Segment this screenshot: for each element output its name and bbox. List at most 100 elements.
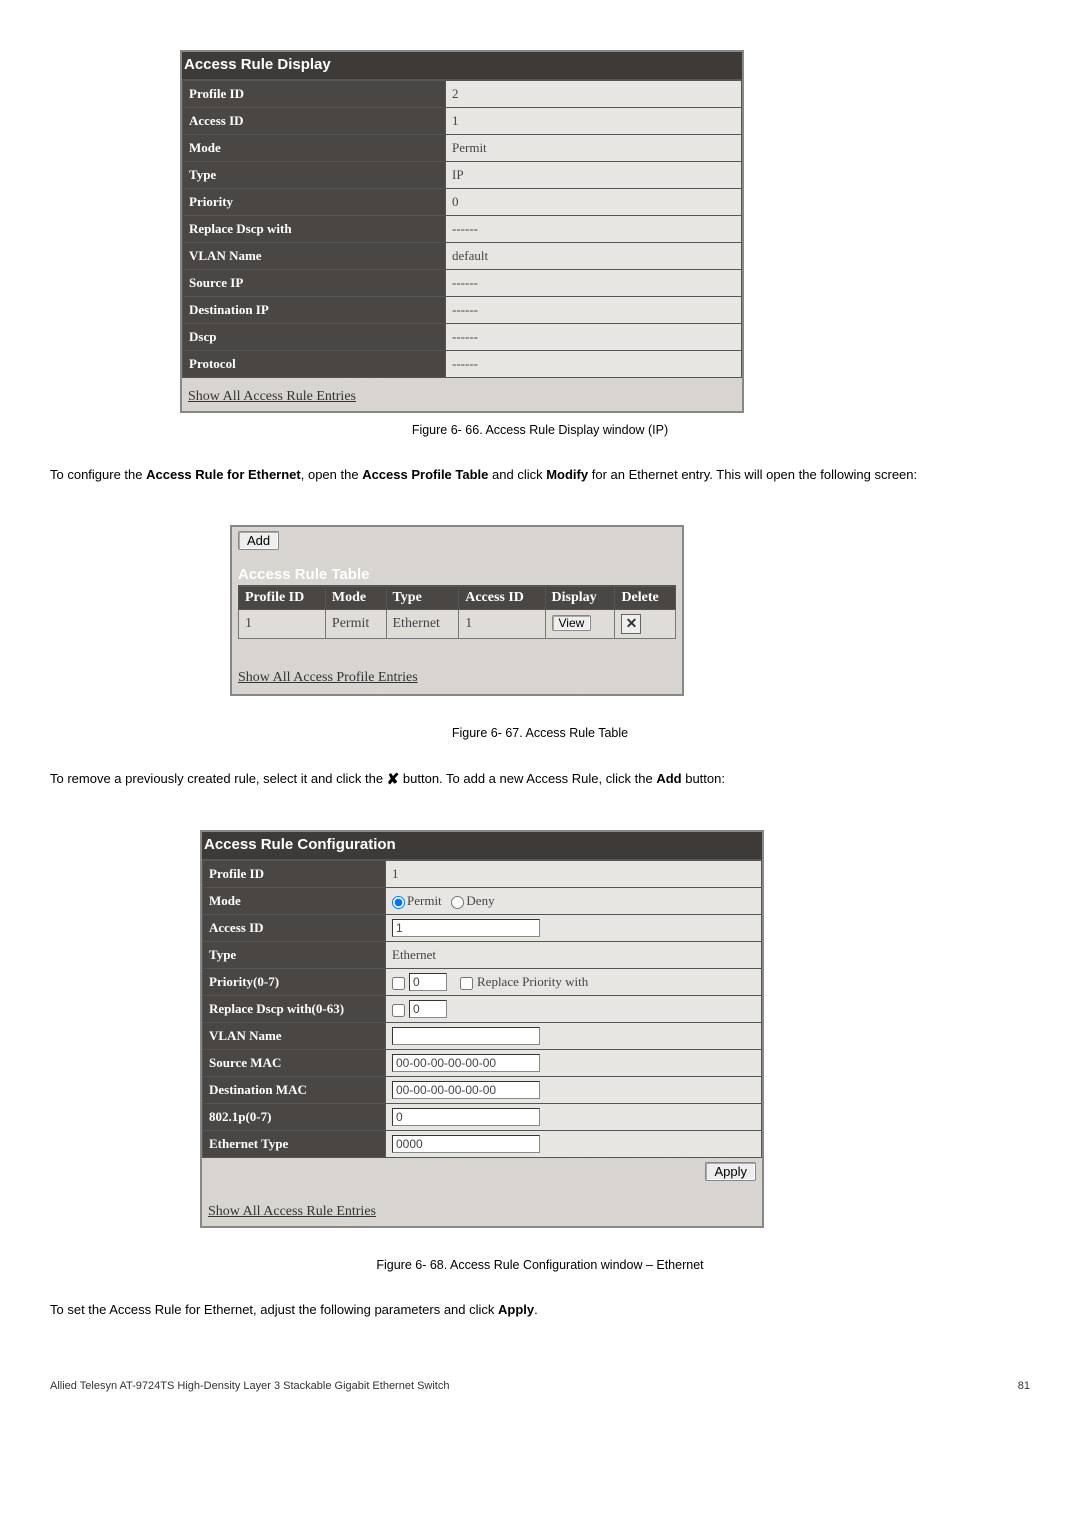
- th-access-id: Access ID: [459, 586, 545, 609]
- cfg-v-8021p: [386, 1104, 762, 1131]
- dscp-enable-checkbox[interactable]: [392, 1004, 405, 1017]
- priority-input[interactable]: [409, 973, 447, 991]
- mode-deny-radio[interactable]: [451, 896, 464, 909]
- para2-pre: To remove a previously created rule, sel…: [50, 771, 387, 786]
- display-k-1: Access ID: [183, 108, 446, 135]
- display-v-4: 0: [446, 189, 742, 216]
- th-profile-id: Profile ID: [239, 586, 326, 609]
- para3-post: .: [534, 1302, 538, 1317]
- access-rule-display-table: Profile ID2 Access ID1 ModePermit TypeIP…: [182, 80, 742, 378]
- cfg-v-type: Ethernet: [386, 942, 762, 969]
- apply-button[interactable]: Apply: [705, 1162, 756, 1181]
- cfg-k-smac: Source MAC: [203, 1050, 386, 1077]
- cfg-v-smac: [386, 1050, 762, 1077]
- cfg-v-priority: Replace Priority with: [386, 969, 762, 996]
- display-k-6: VLAN Name: [183, 243, 446, 270]
- display-k-10: Protocol: [183, 351, 446, 378]
- x-icon: ✘: [387, 769, 400, 792]
- view-button[interactable]: View: [552, 615, 592, 631]
- cfg-v-access-id: [386, 915, 762, 942]
- para1-b3: Modify: [546, 467, 588, 482]
- display-k-8: Destination IP: [183, 297, 446, 324]
- delete-icon[interactable]: ✕: [621, 614, 641, 634]
- cfg-k-vlan: VLAN Name: [203, 1023, 386, 1050]
- para3-b1: Apply: [498, 1302, 534, 1317]
- table-row: 1 Permit Ethernet 1 View ✕: [239, 609, 676, 638]
- cfg-k-mode: Mode: [203, 888, 386, 915]
- display-v-2: Permit: [446, 135, 742, 162]
- cell-mode: Permit: [325, 609, 386, 638]
- paragraph-1: To configure the Access Rule for Etherne…: [50, 465, 1030, 485]
- replace-priority-checkbox[interactable]: [460, 977, 473, 990]
- cfg-k-dmac: Destination MAC: [203, 1077, 386, 1104]
- display-v-3: IP: [446, 162, 742, 189]
- display-k-2: Mode: [183, 135, 446, 162]
- ethernet-type-input[interactable]: [392, 1135, 540, 1153]
- 8021p-input[interactable]: [392, 1108, 540, 1126]
- show-all-rules-link-1[interactable]: Show All Access Rule Entries: [188, 389, 356, 404]
- dscp-input[interactable]: [409, 1000, 447, 1018]
- vlan-name-input[interactable]: [392, 1027, 540, 1045]
- display-v-5: ------: [446, 216, 742, 243]
- priority-enable-checkbox[interactable]: [392, 977, 405, 990]
- access-rule-table-panel: Add Access Rule Table Profile ID Mode Ty…: [230, 525, 684, 696]
- cfg-k-etype: Ethernet Type: [203, 1131, 386, 1158]
- para1-pre: To configure the: [50, 467, 146, 482]
- paragraph-2: To remove a previously created rule, sel…: [50, 768, 1030, 791]
- access-id-input[interactable]: [392, 919, 540, 937]
- display-v-1: 1: [446, 108, 742, 135]
- cell-display: View: [545, 609, 615, 638]
- th-display: Display: [545, 586, 615, 609]
- figure-caption-1: Figure 6- 66. Access Rule Display window…: [50, 423, 1030, 437]
- figure-caption-2: Figure 6- 67. Access Rule Table: [50, 726, 1030, 740]
- para2-post: button:: [682, 771, 725, 786]
- display-v-9: ------: [446, 324, 742, 351]
- dest-mac-input[interactable]: [392, 1081, 540, 1099]
- para3-pre: To set the Access Rule for Ethernet, adj…: [50, 1302, 498, 1317]
- replace-priority-label: Replace Priority with: [477, 974, 588, 989]
- th-delete: Delete: [615, 586, 676, 609]
- footer-left: Allied Telesyn AT-9724TS High-Density La…: [50, 1380, 449, 1392]
- display-k-9: Dscp: [183, 324, 446, 351]
- para1-b2: Access Profile Table: [362, 467, 488, 482]
- display-v-0: 2: [446, 81, 742, 108]
- para1-b1: Access Rule for Ethernet: [146, 467, 301, 482]
- cfg-v-etype: [386, 1131, 762, 1158]
- access-rule-config-title: Access Rule Configuration: [202, 832, 762, 860]
- cell-profile-id: 1: [239, 609, 326, 638]
- add-button[interactable]: Add: [238, 531, 279, 550]
- show-all-profiles-link[interactable]: Show All Access Profile Entries: [238, 670, 418, 685]
- cfg-v-dmac: [386, 1077, 762, 1104]
- cell-delete: ✕: [615, 609, 676, 638]
- page-footer: Allied Telesyn AT-9724TS High-Density La…: [50, 1380, 1030, 1392]
- cfg-k-type: Type: [203, 942, 386, 969]
- display-v-6: default: [446, 243, 742, 270]
- access-rule-display-panel: Access Rule Display Profile ID2 Access I…: [180, 50, 744, 413]
- mode-permit-label: Permit: [407, 893, 442, 908]
- display-v-10: ------: [446, 351, 742, 378]
- mode-deny-label: Deny: [466, 893, 494, 908]
- paragraph-3: To set the Access Rule for Ethernet, adj…: [50, 1300, 1030, 1320]
- display-k-5: Replace Dscp with: [183, 216, 446, 243]
- display-k-7: Source IP: [183, 270, 446, 297]
- display-v-7: ------: [446, 270, 742, 297]
- figure-caption-3: Figure 6- 68. Access Rule Configuration …: [50, 1258, 1030, 1272]
- para2-mid: button. To add a new Access Rule, click …: [399, 771, 656, 786]
- footer-page-number: 81: [1018, 1380, 1030, 1392]
- cfg-v-dscp: [386, 996, 762, 1023]
- show-all-rules-link-2[interactable]: Show All Access Rule Entries: [208, 1204, 376, 1219]
- cell-type: Ethernet: [386, 609, 459, 638]
- cfg-v-profile-id: 1: [386, 861, 762, 888]
- source-mac-input[interactable]: [392, 1054, 540, 1072]
- display-k-0: Profile ID: [183, 81, 446, 108]
- th-mode: Mode: [325, 586, 386, 609]
- cell-access-id: 1: [459, 609, 545, 638]
- para2-b1: Add: [656, 771, 681, 786]
- para1-mid: , open the: [301, 467, 362, 482]
- access-rule-config-panel: Access Rule Configuration Profile ID 1 M…: [200, 830, 764, 1228]
- access-rule-display-title: Access Rule Display: [182, 52, 742, 80]
- mode-permit-radio[interactable]: [392, 896, 405, 909]
- para1-mid2: and click: [488, 467, 546, 482]
- cfg-k-8021p: 802.1p(0-7): [203, 1104, 386, 1131]
- access-rule-table: Profile ID Mode Type Access ID Display D…: [238, 586, 676, 639]
